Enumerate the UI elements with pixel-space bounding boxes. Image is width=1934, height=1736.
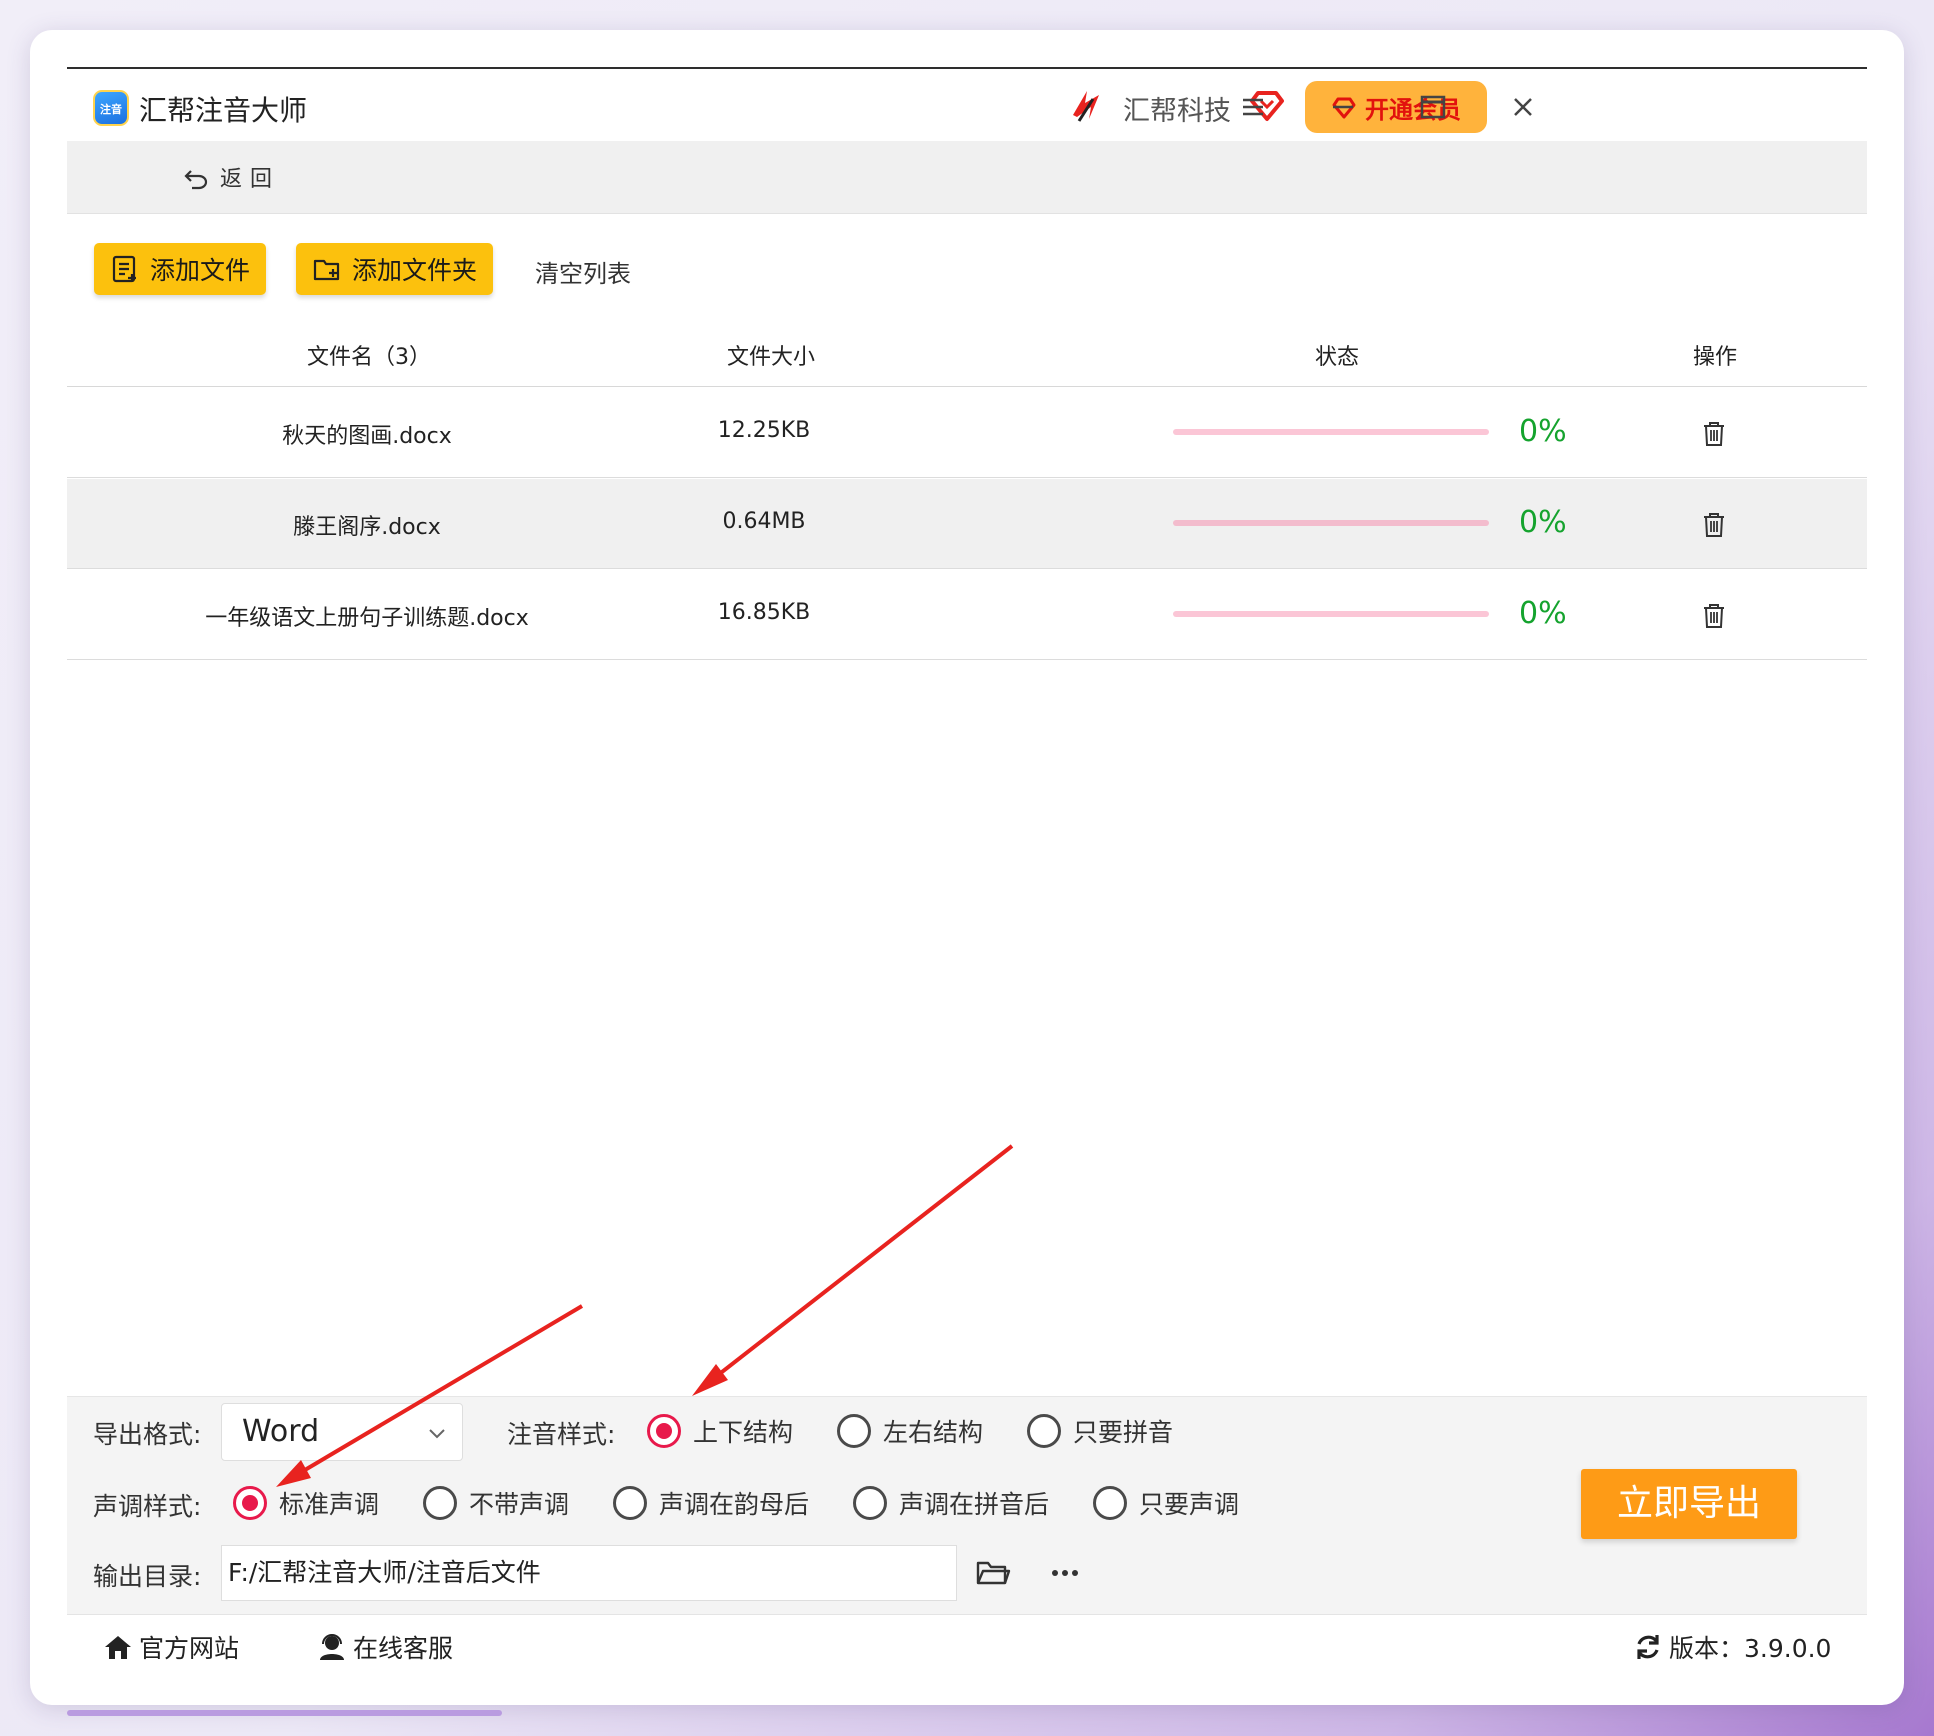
brand-logo-icon: [1073, 91, 1099, 122]
radio-tone-only[interactable]: 只要声调: [1093, 1485, 1239, 1521]
progress-bar: [1173, 520, 1489, 526]
radio-phonetic-pinyin-only[interactable]: 只要拼音: [1027, 1413, 1173, 1449]
refresh-icon: [1637, 1635, 1659, 1659]
radio-dot: [647, 1414, 681, 1448]
support-link[interactable]: 在线客服: [317, 1629, 453, 1665]
progress-bar: [1173, 429, 1489, 435]
add-file-button[interactable]: 添加文件: [94, 243, 267, 295]
progress-bar: [1173, 611, 1489, 617]
radio-phonetic-left-right[interactable]: 左右结构: [837, 1413, 983, 1449]
app-logo-icon: 注音: [93, 90, 129, 126]
radio-label: 上下结构: [693, 1418, 794, 1447]
header-action: 操作: [1693, 345, 1738, 370]
chevron-down-icon: [429, 1429, 445, 1439]
website-link[interactable]: 官方网站: [103, 1629, 239, 1665]
progress-percent: 0%: [1519, 596, 1567, 631]
radio-phonetic-top-bottom[interactable]: 上下结构: [647, 1413, 793, 1449]
tone-label: 声调样式:: [93, 1492, 202, 1521]
maximize-button[interactable]: [1413, 87, 1453, 127]
format-select[interactable]: Word: [221, 1403, 463, 1461]
radio-dot: [1027, 1414, 1061, 1448]
table-row[interactable]: 秋天的图画.docx 12.25KB 0%: [67, 388, 1867, 478]
home-icon: [105, 1636, 131, 1659]
website-label: 官方网站: [139, 1634, 240, 1663]
support-label: 在线客服: [353, 1634, 454, 1663]
file-table-header: 文件名（3） 文件大小 状态 操作: [67, 317, 1867, 387]
progress-percent: 0%: [1519, 505, 1567, 540]
table-row[interactable]: 一年级语文上册句子训练题.docx 16.85KB 0%: [67, 570, 1867, 660]
app-title: 汇帮注音大师: [139, 94, 308, 127]
menu-button[interactable]: [1233, 87, 1273, 127]
brand-name: 汇帮科技: [1123, 96, 1231, 127]
file-size: 16.85KB: [717, 600, 811, 625]
footer-bar: 官方网站 在线客服 版本：3.9.0.0: [67, 1614, 1867, 1674]
trash-icon[interactable]: [1699, 509, 1729, 539]
progress-percent: 0%: [1519, 414, 1567, 449]
file-name: 滕王阁序.docx: [293, 515, 441, 540]
radio-dot: [1093, 1486, 1127, 1520]
add-folder-label: 添加文件夹: [352, 256, 478, 285]
maximize-icon: [1420, 95, 1446, 119]
add-file-icon: [112, 255, 136, 283]
trash-icon[interactable]: [1699, 600, 1729, 630]
file-name: 秋天的图画.docx: [282, 424, 452, 449]
radio-dot: [233, 1486, 267, 1520]
title-bar: 注音 汇帮注音大师 汇帮科技 开通会员: [67, 69, 1867, 141]
header-file-size: 文件大小: [727, 345, 816, 370]
radio-dot: [423, 1486, 457, 1520]
folder-open-icon[interactable]: [973, 1553, 1013, 1593]
file-size: 0.64MB: [722, 509, 806, 534]
add-file-label: 添加文件: [150, 256, 251, 285]
minimize-icon: [1333, 105, 1353, 109]
radio-dot: [613, 1486, 647, 1520]
radio-label: 标准声调: [279, 1490, 380, 1519]
format-value: Word: [242, 1414, 320, 1449]
radio-tone-none[interactable]: 不带声调: [423, 1485, 569, 1521]
phonetic-label: 注音样式:: [507, 1420, 616, 1449]
radio-label: 声调在韵母后: [659, 1490, 810, 1519]
back-bar: 返回: [67, 141, 1867, 214]
output-label: 输出目录:: [93, 1562, 202, 1591]
more-options-icon[interactable]: [1045, 1553, 1085, 1593]
radio-label: 不带声调: [469, 1490, 570, 1519]
add-folder-icon: [313, 259, 340, 281]
radio-tone-after-final[interactable]: 声调在韵母后: [613, 1485, 809, 1521]
scroll-indicator: [67, 1710, 502, 1716]
radio-label: 左右结构: [883, 1418, 984, 1447]
export-button[interactable]: 立即导出: [1581, 1469, 1797, 1539]
version-label: 版本：3.9.0.0: [1669, 1634, 1832, 1663]
close-icon: [1514, 98, 1532, 116]
version-info[interactable]: 版本：3.9.0.0: [1633, 1629, 1831, 1665]
trash-icon[interactable]: [1699, 418, 1729, 448]
file-name: 一年级语文上册句子训练题.docx: [205, 606, 529, 631]
close-button[interactable]: [1503, 87, 1543, 127]
back-label: 返回: [220, 167, 281, 192]
output-path-input[interactable]: F:/汇帮注音大师/注音后文件: [221, 1545, 957, 1601]
app-window: 注音 汇帮注音大师 汇帮科技 开通会员 返回 添加文件 添加文件夹 清空列表 文…: [67, 67, 1867, 1674]
clear-list-button[interactable]: 清空列表: [535, 254, 631, 289]
add-folder-button[interactable]: 添加文件夹: [296, 243, 494, 295]
radio-tone-standard[interactable]: 标准声调: [233, 1485, 379, 1521]
support-agent-icon: [320, 1634, 344, 1660]
header-file-name: 文件名（3）: [307, 345, 431, 370]
radio-label: 只要拼音: [1073, 1418, 1174, 1447]
back-arrow-icon: [184, 170, 208, 190]
header-status: 状态: [1315, 345, 1360, 370]
radio-dot: [837, 1414, 871, 1448]
minimize-button[interactable]: [1323, 87, 1363, 127]
radio-tone-after-pinyin[interactable]: 声调在拼音后: [853, 1485, 1049, 1521]
radio-label: 只要声调: [1139, 1490, 1240, 1519]
hamburger-icon: [1243, 98, 1263, 116]
back-button[interactable]: 返回: [182, 161, 280, 193]
file-size: 12.25KB: [717, 418, 811, 443]
radio-dot: [853, 1486, 887, 1520]
radio-label: 声调在拼音后: [899, 1490, 1050, 1519]
table-row[interactable]: 滕王阁序.docx 0.64MB 0%: [67, 479, 1867, 569]
format-label: 导出格式:: [93, 1420, 202, 1449]
